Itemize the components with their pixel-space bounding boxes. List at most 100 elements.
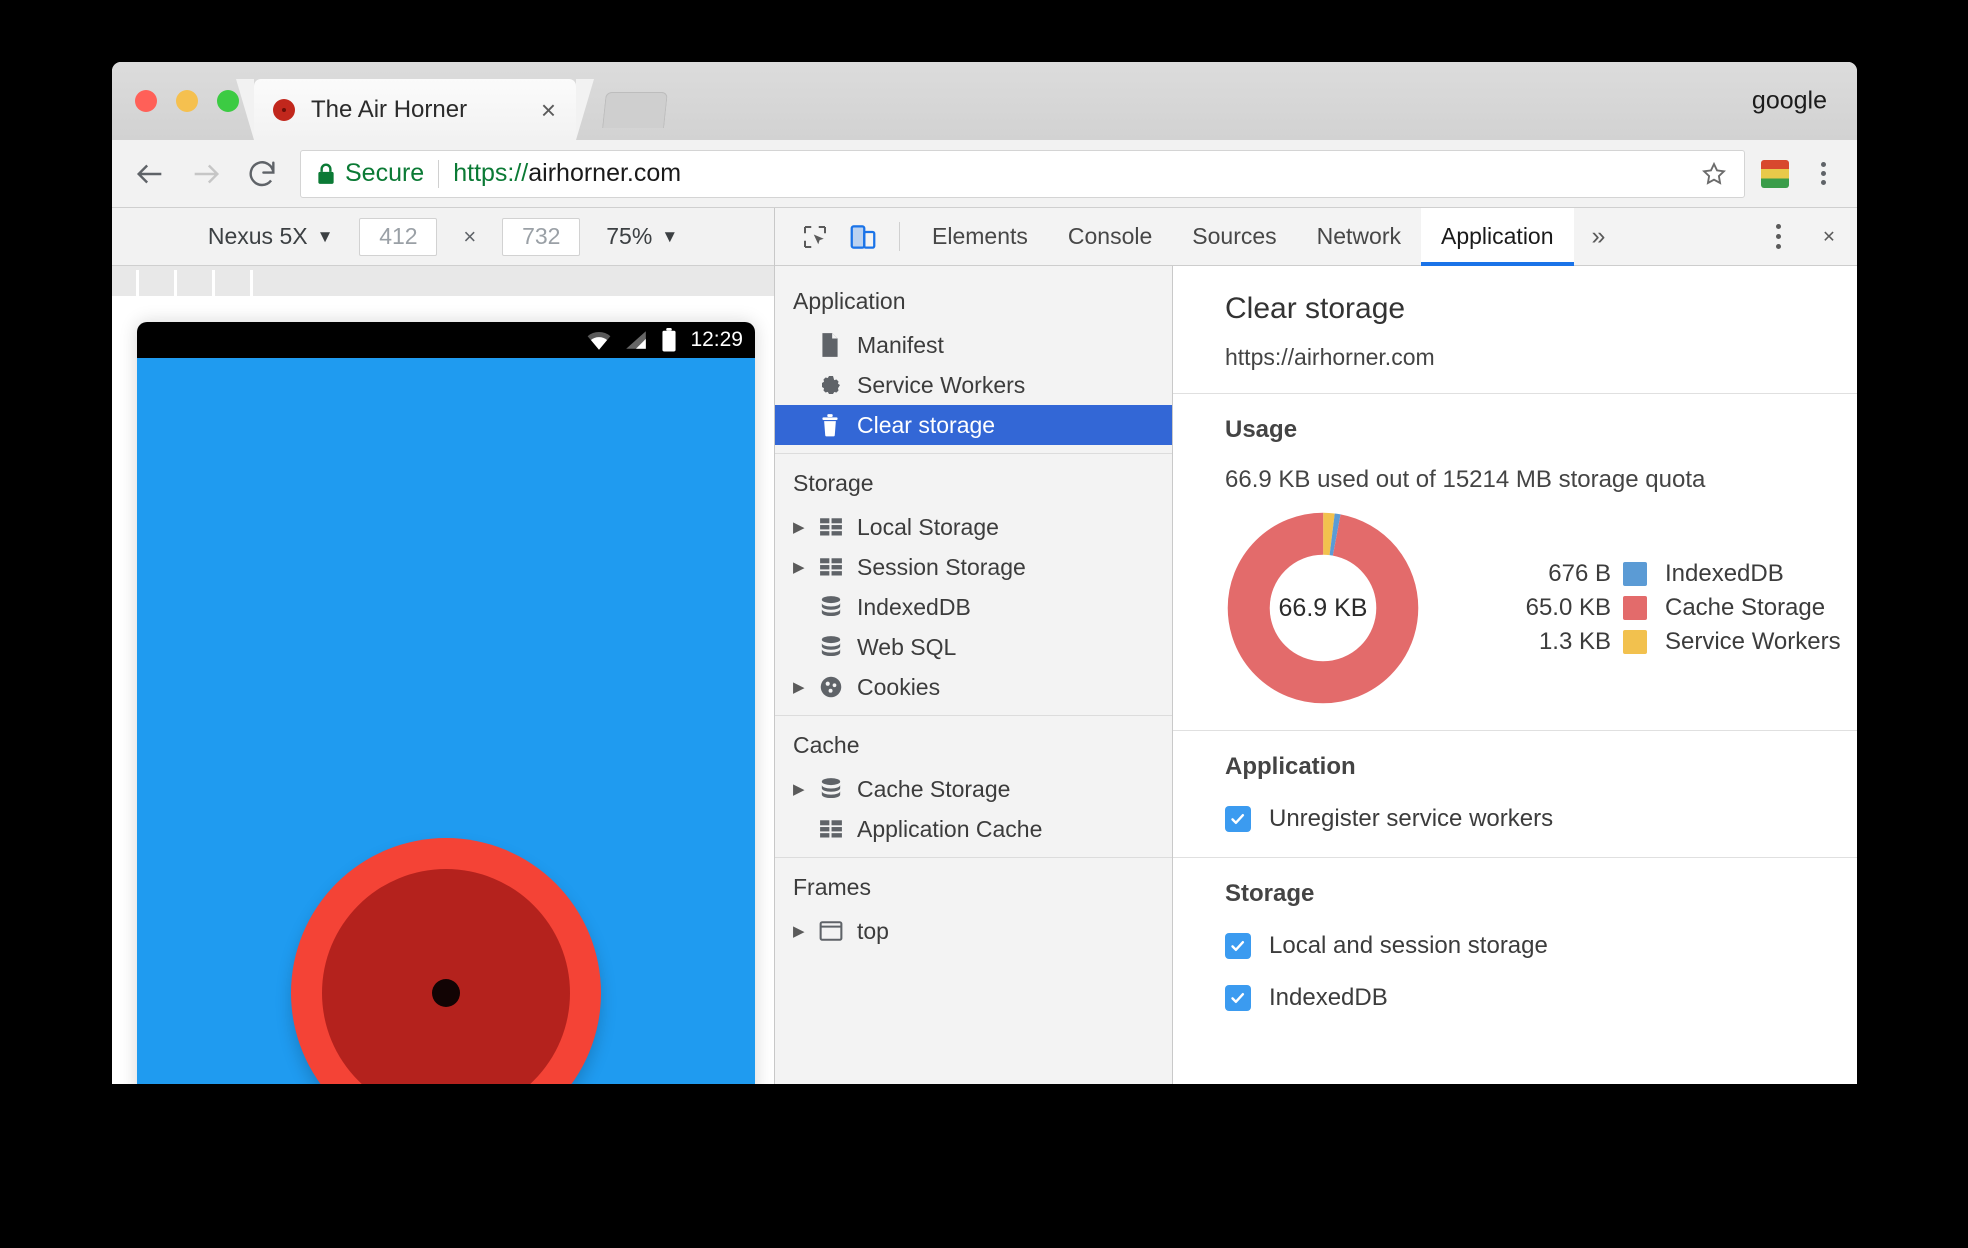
window-traffic-lights (135, 90, 239, 112)
browser-window: The Air Horner × google Secure https://a… (112, 62, 1857, 1084)
sidebar-item-local-storage[interactable]: ▶ Local Storage (775, 507, 1172, 547)
application-options: Unregister service workers (1225, 805, 1857, 833)
devtools-more-options-icon[interactable] (1755, 224, 1801, 249)
sidebar-item-indexeddb[interactable]: IndexedDB (775, 587, 1172, 627)
legend-swatch-cache-storage (1623, 596, 1647, 620)
address-bar-url[interactable]: https://airhorner.com (453, 159, 681, 188)
device-selector-label: Nexus 5X (207, 223, 308, 249)
tree-section-title-application: Application (793, 288, 906, 314)
checkbox-label: IndexedDB (1269, 984, 1388, 1011)
cookie-icon (819, 675, 855, 699)
address-bar[interactable]: Secure https://airhorner.com (300, 149, 1745, 198)
tree-section-divider (775, 857, 1172, 858)
viewport-height-input[interactable]: 732 (502, 217, 581, 256)
extension-icon[interactable] (1761, 159, 1789, 188)
tree-section-divider (775, 453, 1172, 454)
bookmark-star-icon[interactable] (1700, 160, 1728, 188)
tab-sources[interactable]: Sources (1172, 208, 1296, 265)
devtools-tabbar-right: ✕ (1746, 208, 1857, 265)
device-selector[interactable]: Nexus 5X ▼ (208, 223, 334, 250)
minimize-window-button[interactable] (176, 90, 198, 112)
legend-row: 1.3 KB Service Workers (1483, 628, 1841, 656)
signal-icon (624, 329, 648, 351)
toggle-device-toolbar-icon[interactable] (839, 208, 887, 265)
back-arrow-icon[interactable] (122, 146, 178, 202)
sidebar-item-session-storage[interactable]: ▶ Session Storage (775, 547, 1172, 587)
devtools-panel: Elements Console Sources Network Application… (775, 208, 1857, 1084)
device-canvas: 12:29 (112, 296, 774, 1084)
legend-swatch-indexeddb (1623, 562, 1647, 586)
chrome-menu-icon[interactable] (1805, 162, 1841, 185)
sidebar-item-service-workers[interactable]: Service Workers (775, 365, 1172, 405)
reload-icon[interactable] (234, 146, 290, 202)
application-clear-section: Application Unregister service workers (1173, 731, 1857, 857)
table-icon (819, 819, 855, 839)
tree-section-title-storage: Storage (793, 470, 874, 496)
inspect-element-icon[interactable] (791, 208, 839, 265)
sidebar-item-manifest[interactable]: Manifest (775, 325, 1172, 365)
air-horn-button-center-dot (432, 979, 460, 1007)
air-horn-button[interactable] (291, 838, 601, 1084)
account-label[interactable]: google (1752, 87, 1827, 116)
sidebar-item-label: Cookies (857, 673, 941, 700)
devtools-tab-list: Elements Console Sources Network Application (912, 208, 1574, 266)
omnibox-divider (438, 159, 440, 188)
checkbox-checked-icon[interactable] (1225, 933, 1251, 959)
viewport-width-input[interactable]: 412 (359, 217, 438, 256)
air-horn-button-inner (322, 869, 570, 1084)
zoom-level-label: 75% (606, 223, 653, 249)
storage-clear-section: Storage Local and session storage Indexed… (1173, 858, 1857, 1036)
sidebar-item-label: Manifest (857, 331, 944, 358)
new-tab-button[interactable] (602, 92, 668, 128)
browser-toolbar: Secure https://airhorner.com (112, 140, 1857, 208)
tab-elements[interactable]: Elements (912, 208, 1048, 265)
usage-legend: 676 B IndexedDB 65.0 KB Cache Storage 1.3 KB… (1483, 560, 1841, 656)
forward-arrow-icon (178, 146, 234, 202)
checkbox-unregister-service-workers[interactable]: Unregister service workers (1225, 805, 1857, 833)
chevron-right-icon[interactable]: ▶ (793, 560, 819, 575)
tab-network[interactable]: Network (1297, 208, 1421, 265)
tab-console[interactable]: Console (1048, 208, 1172, 265)
sidebar-item-cookies[interactable]: ▶ Cookies (775, 667, 1172, 707)
viewport-ruler (112, 266, 774, 296)
tab-label: Network (1316, 223, 1401, 249)
usage-section: Usage 66.9 KB used out of 15214 MB stora… (1173, 394, 1857, 730)
sidebar-item-clear-storage[interactable]: Clear storage (775, 405, 1172, 445)
sidebar-item-web-sql[interactable]: Web SQL (775, 627, 1172, 667)
application-sidebar-tree: Application Manifest Service Workers Clear … (775, 266, 1173, 1084)
checkbox-label: Local and session storage (1269, 932, 1548, 959)
tab-application[interactable]: Application (1421, 208, 1574, 266)
sidebar-item-application-cache[interactable]: Application Cache (775, 809, 1172, 849)
checkbox-checked-icon[interactable] (1225, 985, 1251, 1011)
tab-close-icon[interactable]: × (541, 97, 556, 123)
database-icon (819, 777, 855, 801)
zoom-selector[interactable]: 75% ▼ (606, 223, 678, 250)
usage-donut-center-label: 66.9 KB (1278, 593, 1368, 622)
checkbox-local-and-session-storage[interactable]: Local and session storage (1225, 932, 1857, 960)
sidebar-item-label: Service Workers (857, 371, 1026, 398)
clear-storage-panel: Clear storage https://airhorner.com Usag… (1173, 266, 1857, 1084)
chevron-right-icon[interactable]: ▶ (793, 782, 819, 797)
chevron-right-icon[interactable]: ▶ (793, 924, 819, 939)
ruler-ticks (116, 270, 774, 296)
lock-icon (315, 162, 337, 186)
devtools-close-icon[interactable]: ✕ (1801, 227, 1857, 247)
device-status-bar: 12:29 (137, 322, 755, 358)
more-tabs-icon[interactable]: » (1574, 208, 1624, 265)
emulated-page-viewport[interactable] (137, 358, 755, 1084)
close-window-button[interactable] (135, 90, 157, 112)
sidebar-item-label: Session Storage (857, 553, 1026, 580)
sidebar-item-top[interactable]: ▶ top (775, 911, 1172, 951)
usage-donut-chart[interactable]: 66.9 KB (1225, 510, 1421, 706)
chevron-right-icon[interactable]: ▶ (793, 520, 819, 535)
chevron-right-icon[interactable]: ▶ (793, 680, 819, 695)
sidebar-item-cache-storage[interactable]: ▶ Cache Storage (775, 769, 1172, 809)
secure-label: Secure (345, 159, 425, 187)
browser-tab[interactable]: The Air Horner × (236, 79, 594, 140)
browser-tab-strip: The Air Horner × google (112, 62, 1857, 140)
toolbar-divider (899, 222, 900, 251)
checkbox-indexeddb[interactable]: IndexedDB (1225, 984, 1857, 1012)
checkbox-checked-icon[interactable] (1225, 806, 1251, 832)
chevron-down-icon: ▼ (316, 226, 334, 246)
status-bar-time: 12:29 (690, 328, 743, 351)
